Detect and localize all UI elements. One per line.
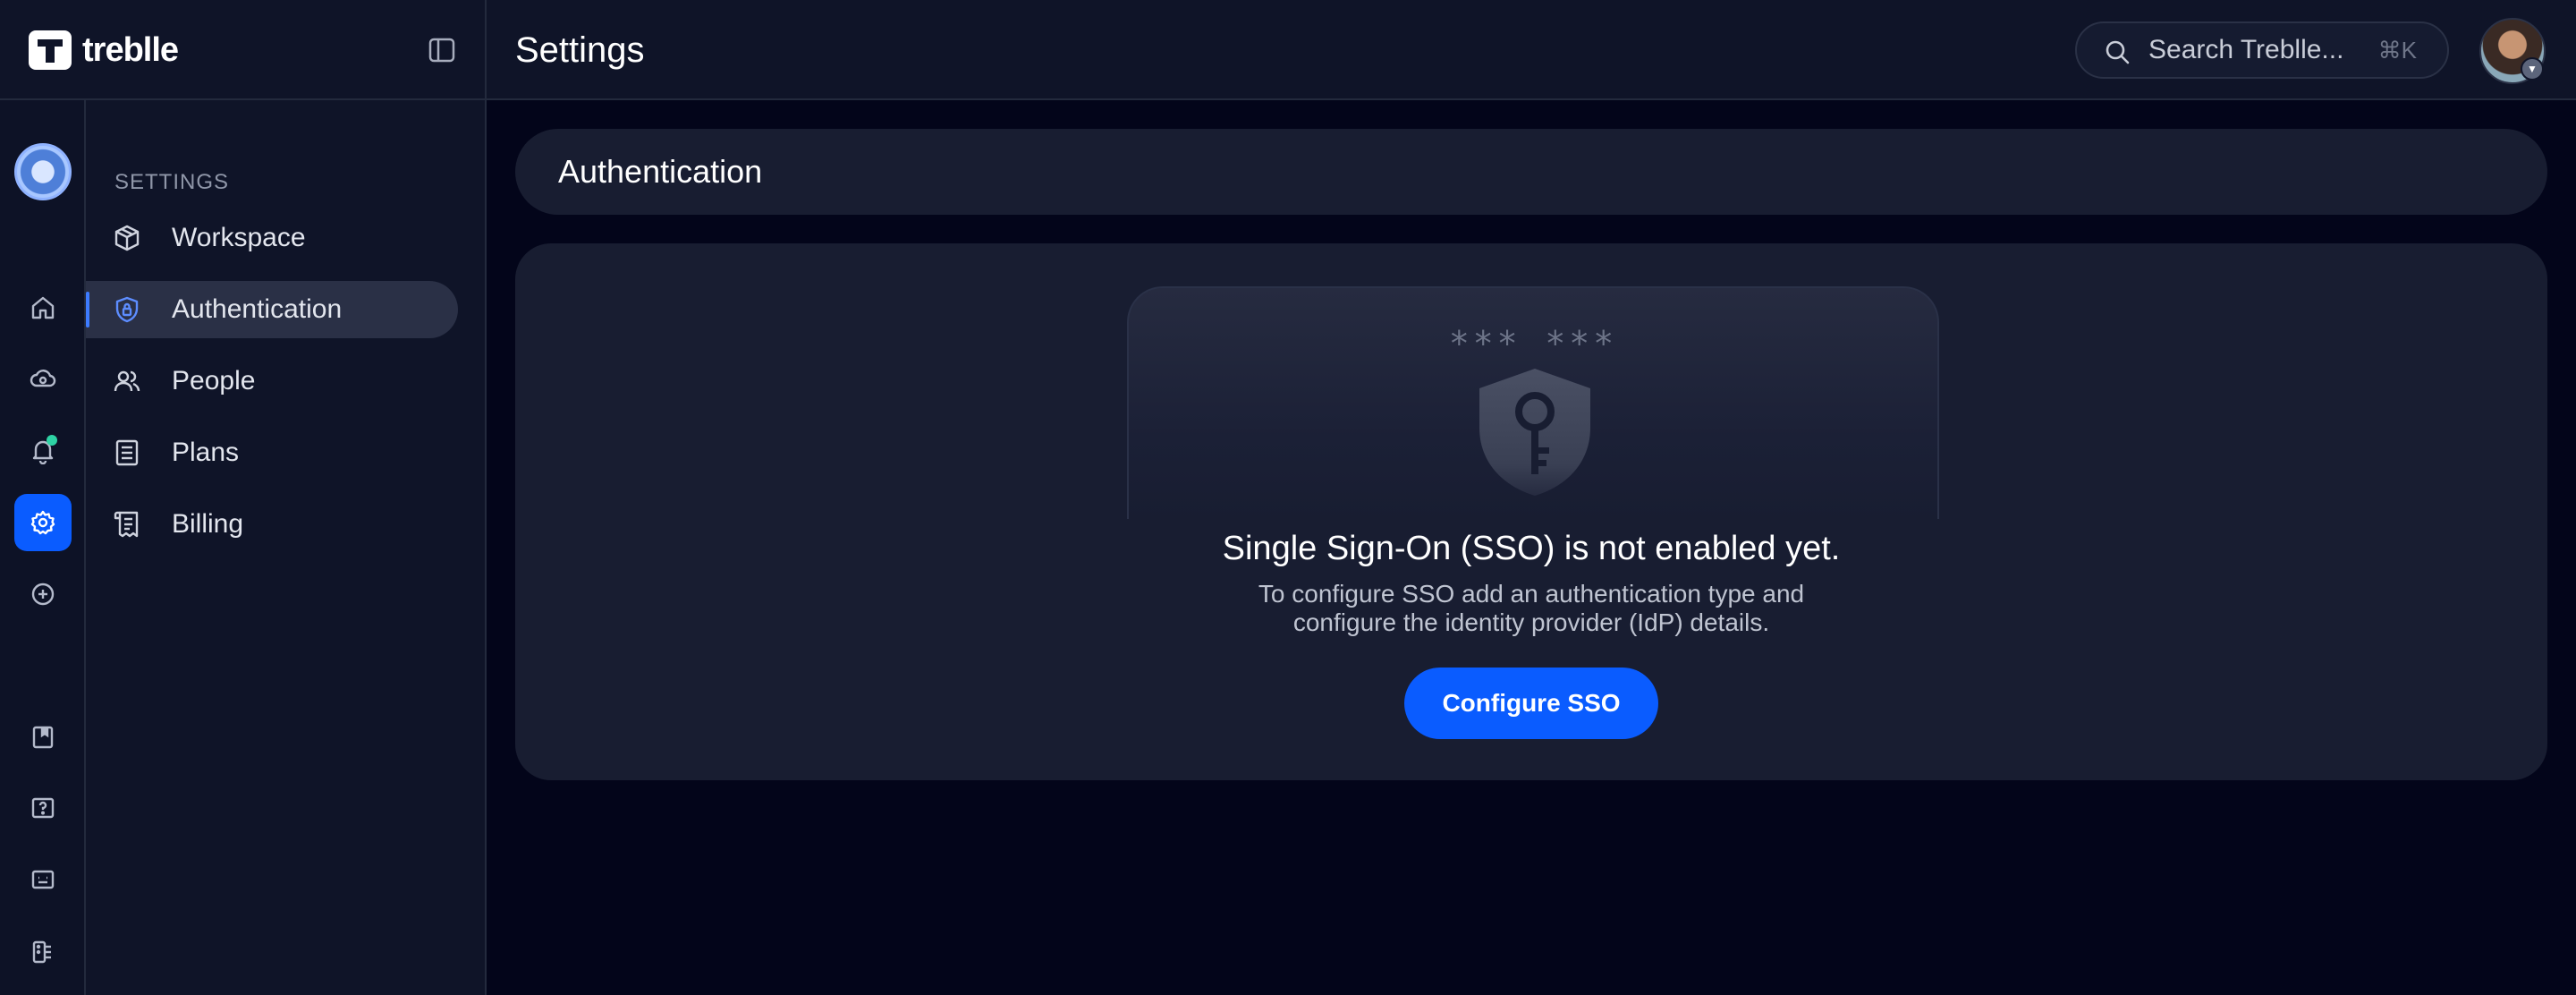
nav-item-plans[interactable]: Plans — [86, 424, 458, 481]
shield-key-icon — [1479, 369, 1590, 496]
empty-state-description-line2: configure the identity provider (IdP) de… — [1292, 608, 1770, 636]
rail-notifications-button[interactable] — [14, 422, 72, 480]
gear-icon — [30, 510, 55, 535]
rail-home-button[interactable] — [14, 279, 72, 336]
rail-docs-button[interactable] — [14, 709, 72, 766]
nav-item-billing[interactable]: Billing — [86, 496, 458, 553]
search-placeholder: Search Treblle... — [2148, 35, 2344, 64]
search-shortcut: ⌘K — [2377, 37, 2417, 64]
home-icon — [31, 296, 55, 319]
apps-icon — [32, 940, 51, 964]
section-title: Authentication — [558, 153, 763, 190]
empty-state-title: Single Sign-On (SSO) is not enabled yet. — [1222, 530, 1841, 567]
nav-item-workspace[interactable]: Workspace — [86, 209, 458, 267]
nav-label: Plans — [172, 438, 240, 467]
app-root: treblle Settings Search Treblle... ⌘K ▼ — [0, 0, 2576, 995]
plus-circle-icon — [31, 583, 55, 606]
help-icon — [31, 797, 55, 819]
nav-label: People — [172, 366, 256, 395]
nav-label: Workspace — [172, 223, 306, 252]
settings-nav-heading: SETTINGS — [114, 170, 230, 194]
brand-area: treblle — [0, 0, 487, 98]
nav-label: Authentication — [172, 294, 343, 324]
api-cloud-icon — [30, 370, 56, 387]
shield-lock-icon — [115, 296, 139, 323]
nav-label: Billing — [172, 509, 244, 539]
nav-item-people[interactable]: People — [86, 353, 458, 410]
search-icon — [2106, 40, 2130, 64]
brand-name[interactable]: treblle — [82, 27, 179, 73]
icon-rail — [0, 100, 86, 995]
sso-empty-state-card: *** *** Single Sign-On (SSO) is not enab… — [515, 243, 2547, 780]
cube-icon — [114, 225, 140, 251]
chat-icon — [31, 870, 55, 889]
section-header: Authentication — [515, 129, 2547, 215]
notification-dot — [47, 435, 57, 446]
nav-item-authentication[interactable]: Authentication — [86, 281, 458, 338]
workspace-avatar[interactable] — [14, 143, 72, 200]
document-icon — [115, 439, 139, 466]
sidebar-toggle-icon[interactable] — [428, 36, 456, 64]
rail-apis-button[interactable] — [14, 351, 72, 408]
empty-state-description-line1: To configure SSO add an authentication t… — [1258, 580, 1805, 608]
top-bar: treblle Settings Search Treblle... ⌘K ▼ — [0, 0, 2576, 100]
configure-sso-button[interactable]: Configure SSO — [1404, 668, 1658, 739]
empty-state-description: To configure SSO add an authentication t… — [515, 580, 2547, 637]
sso-illustration: *** *** — [1127, 286, 1939, 519]
rail-apps-button[interactable] — [14, 923, 72, 981]
people-icon — [114, 370, 140, 392]
settings-nav: SETTINGS Workspace Authentication People… — [86, 100, 487, 995]
password-mask: *** *** — [1448, 324, 1618, 363]
book-icon — [32, 726, 54, 749]
search-box[interactable]: Search Treblle... ⌘K — [2075, 21, 2449, 79]
rail-settings-button[interactable] — [14, 494, 72, 551]
page-title: Settings — [515, 30, 645, 70]
rail-help-button[interactable] — [14, 780, 72, 838]
treblle-logo-icon[interactable] — [27, 27, 73, 73]
receipt-icon — [114, 511, 139, 538]
rail-add-button[interactable] — [14, 566, 72, 623]
chevron-down-icon[interactable]: ▼ — [2521, 57, 2544, 81]
rail-chat-button[interactable] — [14, 852, 72, 909]
